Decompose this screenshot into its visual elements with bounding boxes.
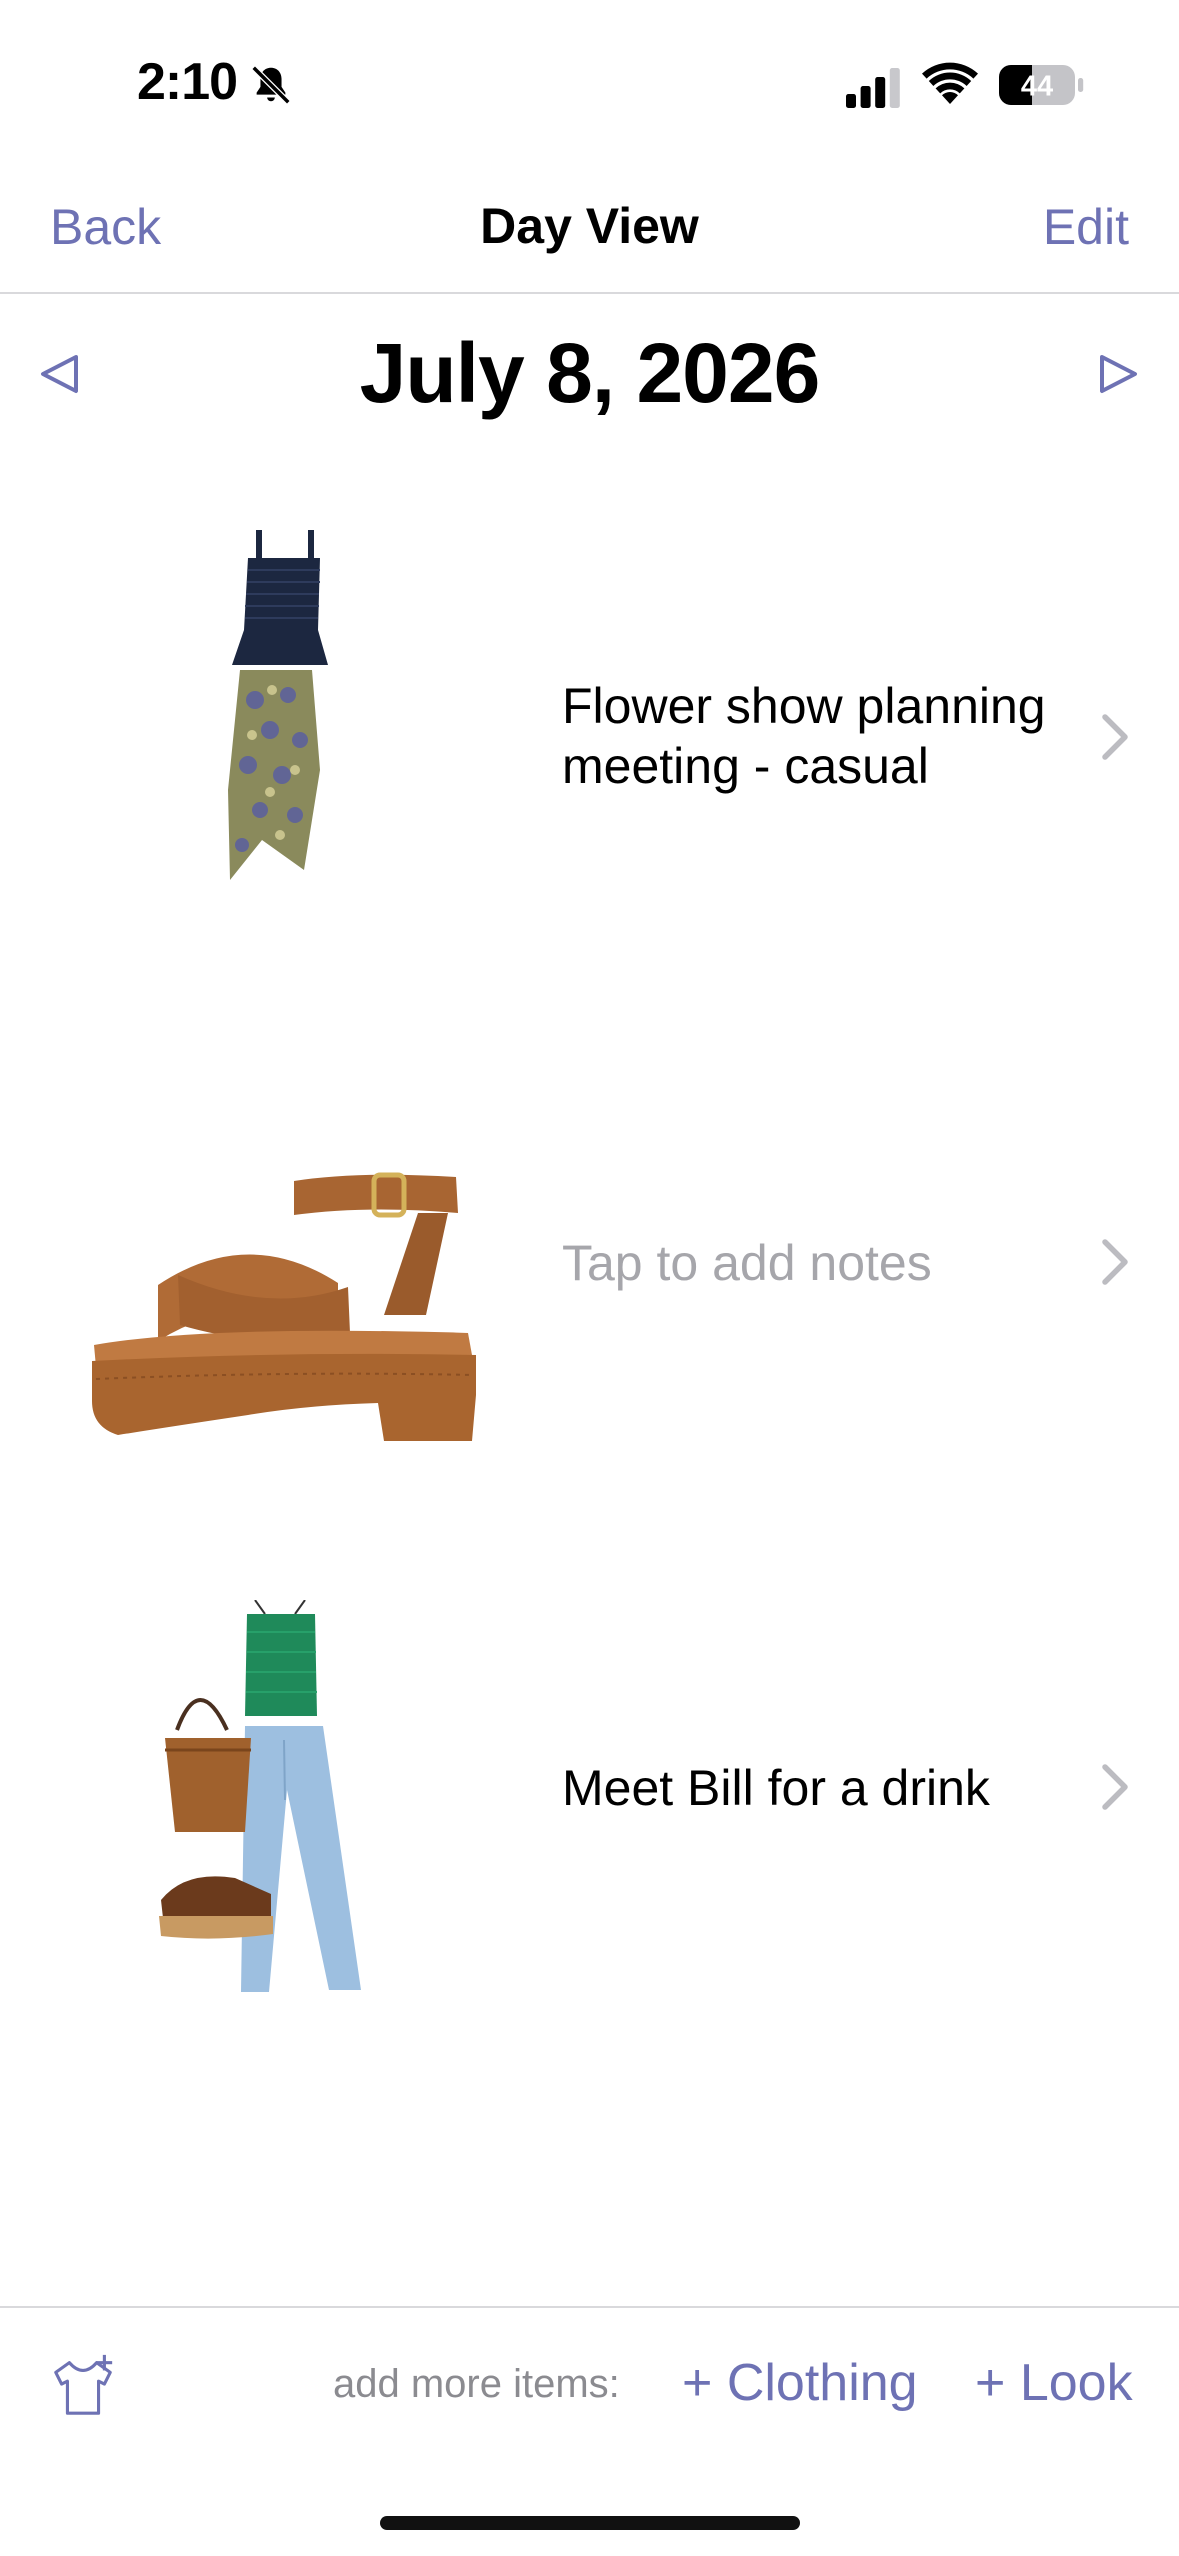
outfit-image-tan-platform-sandal xyxy=(92,1172,476,1441)
chevron-right-icon xyxy=(1102,1764,1128,1810)
edit-button[interactable]: Edit xyxy=(1043,198,1129,256)
battery-level: 44 xyxy=(1021,71,1053,103)
outfit-image-green-top-jeans-bag-clogs xyxy=(159,1600,361,1992)
tshirt-plus-icon[interactable] xyxy=(48,2350,118,2422)
outfit-entry-3[interactable]: Meet Bill for a drink xyxy=(0,1540,1179,2020)
outfit-entry-2[interactable]: Tap to add notes xyxy=(0,1015,1179,1495)
entry-note: Meet Bill for a drink xyxy=(562,1760,990,1816)
battery-icon: 44 xyxy=(999,65,1084,105)
add-clothing-button[interactable]: + Clothing xyxy=(682,2353,918,2413)
home-indicator[interactable] xyxy=(380,2516,800,2530)
chevron-right-icon xyxy=(1102,1239,1128,1285)
status-time: 2:10 xyxy=(137,53,238,111)
chevron-right-icon xyxy=(1102,714,1128,760)
add-more-items-label: add more items: xyxy=(333,2362,620,2406)
next-day-arrow-icon[interactable] xyxy=(1094,350,1142,398)
cellular-signal-icon xyxy=(846,68,900,108)
wifi-icon xyxy=(922,62,978,104)
bell-slash-icon xyxy=(251,65,291,105)
outfit-entry-1[interactable]: Flower show planning meeting - casual xyxy=(0,490,1179,970)
entry-note: Flower show planning meeting - casual xyxy=(562,678,1046,794)
date-title: July 8, 2026 xyxy=(359,326,821,420)
entry-note-placeholder[interactable]: Tap to add notes xyxy=(562,1233,1082,1293)
page-title: Day View xyxy=(480,198,699,254)
nav-divider xyxy=(0,292,1179,294)
outfit-image-navy-top-printed-skirt xyxy=(228,530,328,880)
toolbar-divider xyxy=(0,2306,1179,2308)
add-look-button[interactable]: + Look xyxy=(975,2353,1133,2413)
